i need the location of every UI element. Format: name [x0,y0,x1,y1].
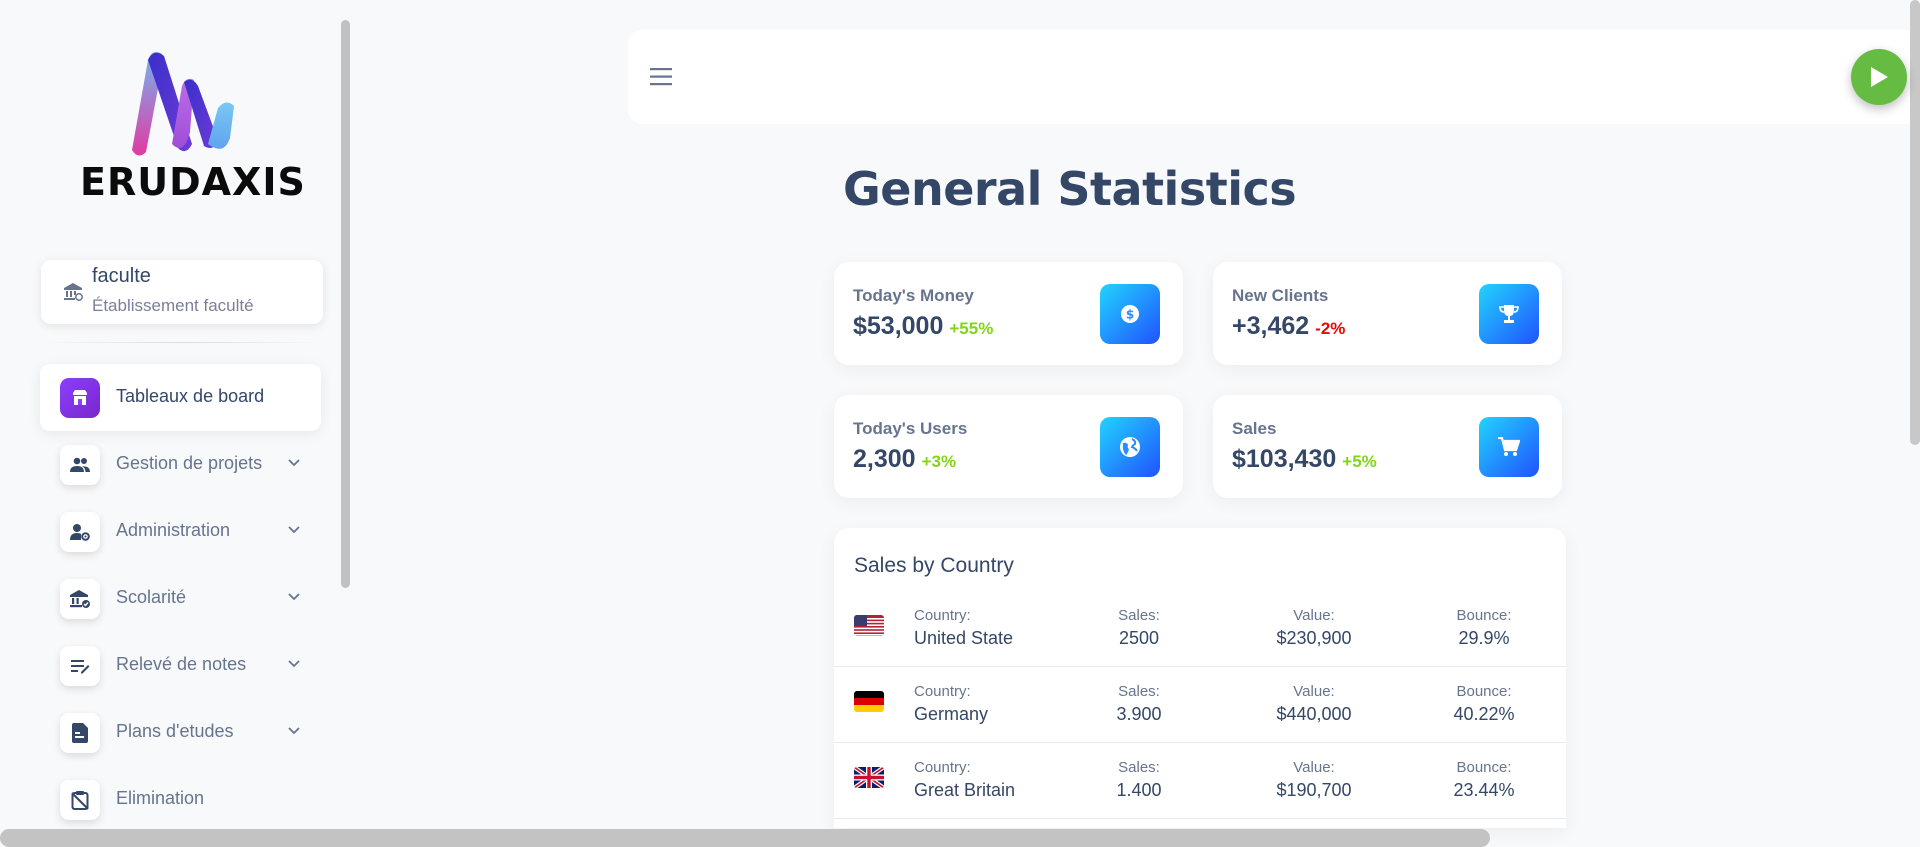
stat-card-todays-money: Today's Money $53,000 +55% $ [834,262,1183,365]
bounce-value: 23.44% [1453,780,1515,800]
value-value: $440,000 [1276,704,1352,724]
us-flag-icon [854,615,884,636]
stat-value: +3,462 -2% [1232,312,1346,340]
sidebar-divider [41,342,323,343]
hamburger-icon[interactable] [650,68,672,91]
chevron-down-icon [288,526,300,534]
stat-delta: +5% [1342,452,1377,471]
country-header: Country: [914,607,971,624]
sales-header: Sales: [1118,607,1160,624]
shop-icon [60,378,100,418]
country-value: Great Britain [914,780,1016,800]
bank-icon [63,282,83,307]
country-value: Germany [914,704,989,724]
sales-value: 2500 [1118,628,1160,648]
value-header: Value: [1293,683,1335,700]
chevron-down-icon [288,459,300,467]
sales-value: 1.400 [1116,780,1162,800]
user-gear-icon [60,512,100,552]
list-edit-icon [60,646,100,686]
logo-mark-icon [132,52,234,156]
document-icon [60,713,100,753]
value-value: $190,700 [1276,780,1352,800]
chevron-down-icon [288,593,300,601]
bank-check-icon [60,579,100,619]
stat-label: Today's Money [853,286,974,305]
sidebar-item-gestion-de-projets[interactable]: Gestion de projets [40,431,321,498]
sidebar-item-releve-de-notes[interactable]: Relevé de notes [40,632,321,699]
value-header: Value: [1293,607,1335,624]
country-header: Country: [914,759,971,776]
page-title: General Statistics [843,162,1297,216]
clipboard-off-icon [60,780,100,820]
sidebar-item-tableaux-de-board[interactable]: Tableaux de board [40,364,321,431]
top-navbar [628,30,1920,124]
country-value: United State [914,628,1014,648]
sidebar-item-label: Tableaux de board [116,386,265,406]
globe-icon [1100,417,1160,477]
bounce-header: Bounce: [1456,759,1512,776]
country-header: Country: [914,683,971,700]
card-title: Sales by Country [854,554,1014,577]
sales-header: Sales: [1118,759,1160,776]
brand-name: ERUDAXIS [80,160,306,204]
stat-value: 2,300 +3% [853,445,957,473]
sales-value: 3.900 [1116,704,1162,724]
stat-card-sales: Sales $103,430 +5% [1213,395,1562,498]
page-scrollbar[interactable] [1910,0,1920,445]
svg-text:$: $ [1126,308,1134,322]
sidebar-item-label: Elimination [116,788,205,808]
sidebar-item-label: Administration [116,520,231,540]
sidebar-item-label: Gestion de projets [116,453,263,473]
table-row: Country: United State Sales: 2500 Value:… [834,591,1566,667]
stat-value: $103,430 +5% [1232,445,1377,473]
sidebar-item-plans-d-etudes[interactable]: Plans d'etudes [40,699,321,766]
play-button[interactable] [1851,49,1907,105]
dollar-icon: $ [1100,284,1160,344]
sidebar-scrollbar[interactable] [341,20,350,588]
bounce-value: 40.22% [1453,704,1515,724]
sidebar-item-elimination[interactable]: Elimination [40,766,321,833]
sidebar-item-label: Relevé de notes [116,654,247,674]
people-icon [60,445,100,485]
table-row: Country: Germany Sales: 3.900 Value: $44… [834,667,1566,743]
trophy-icon [1479,284,1539,344]
institution-card[interactable]: faculte Établissement faculté [41,260,323,324]
sales-header: Sales: [1118,683,1160,700]
bounce-header: Bounce: [1456,607,1512,624]
stat-label: Sales [1232,419,1277,438]
stat-card-new-clients: New Clients +3,462 -2% [1213,262,1562,365]
play-icon [1871,67,1888,87]
sidebar-item-label: Plans d'etudes [116,721,234,741]
chevron-down-icon [288,660,300,668]
cart-icon [1479,417,1539,477]
stat-label: Today's Users [853,419,968,438]
institution-name: faculte [92,265,151,287]
stat-card-todays-users: Today's Users 2,300 +3% [834,395,1183,498]
sidebar-item-label: Scolarité [116,587,187,607]
value-header: Value: [1293,759,1335,776]
sidebar: ERUDAXIS faculte Établissement faculté T… [0,0,350,847]
chevron-down-icon [288,727,300,735]
stat-delta: +3% [921,452,957,471]
table-row: Country: Great Britain Sales: 1.400 Valu… [834,743,1566,819]
brand-logo[interactable]: ERUDAXIS [80,48,306,208]
horizontal-scrollbar[interactable] [0,829,1490,847]
de-flag-icon [854,691,884,712]
stat-value: $53,000 +55% [853,312,994,340]
stat-delta: +55% [949,319,994,338]
sales-by-country-card: Sales by Country Country: United State S… [834,528,1566,828]
gb-flag-icon [854,767,884,788]
sidebar-item-scolarite[interactable]: Scolarité [40,565,321,632]
institution-subtitle: Établissement faculté [92,296,254,315]
stat-delta: -2% [1315,319,1346,338]
sidebar-item-administration[interactable]: Administration [40,498,321,565]
bounce-value: 29.9% [1458,628,1510,648]
bounce-header: Bounce: [1456,683,1512,700]
value-value: $230,900 [1276,628,1352,648]
stat-label: New Clients [1232,286,1329,305]
